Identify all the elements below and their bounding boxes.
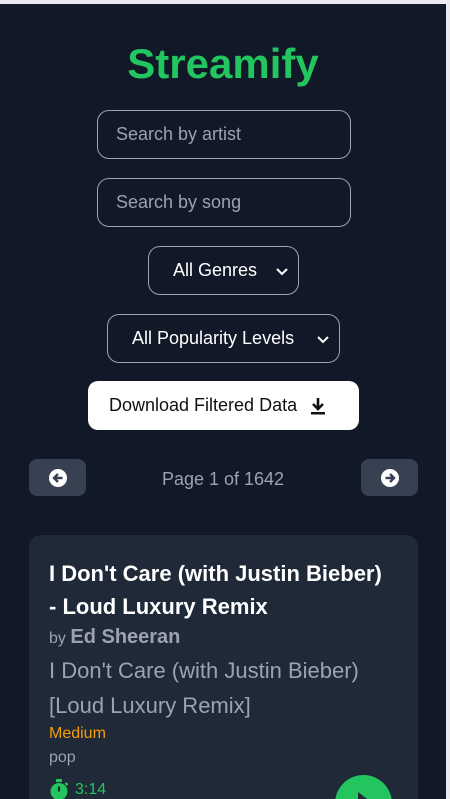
app-title: Streamify: [127, 40, 319, 87]
song-search-input[interactable]: [97, 178, 351, 227]
popularity-label: Medium: [49, 725, 106, 742]
download-button-label: Download Filtered Data: [109, 395, 298, 415]
duration: 3:14: [49, 779, 106, 799]
arrow-right-circle-icon: [380, 468, 399, 487]
chevron-down-icon: [317, 331, 329, 347]
album-name: I Don't Care (with Justin Bieber) [Loud …: [49, 658, 359, 718]
song-card: I Don't Care (with Justin Bieber) - Loud…: [29, 535, 418, 799]
next-page-button[interactable]: [361, 459, 418, 496]
genre-label: pop: [49, 749, 76, 766]
genre-select-value: All Genres: [173, 260, 258, 280]
stopwatch-icon: [50, 779, 69, 799]
song-title: I Don't Care (with Justin Bieber) - Loud…: [49, 561, 382, 619]
popularity-select-value: All Popularity Levels: [132, 328, 295, 348]
download-icon: [311, 397, 326, 414]
by-label: by: [49, 630, 66, 647]
app-container: Streamify All Genres All Popularity Leve…: [0, 4, 446, 799]
artist-search-input[interactable]: [97, 110, 351, 159]
popularity-select[interactable]: All Popularity Levels: [107, 314, 340, 363]
chevron-down-icon: [276, 263, 288, 279]
artist-line: by Ed Sheeran: [49, 626, 180, 649]
genre-select[interactable]: All Genres: [148, 246, 299, 295]
duration-value: 3:14: [75, 781, 107, 798]
download-filtered-data-button[interactable]: Download Filtered Data: [88, 381, 359, 430]
play-button[interactable]: [335, 775, 392, 799]
play-icon: [358, 792, 368, 799]
artist-name: Ed Sheeran: [70, 626, 181, 648]
